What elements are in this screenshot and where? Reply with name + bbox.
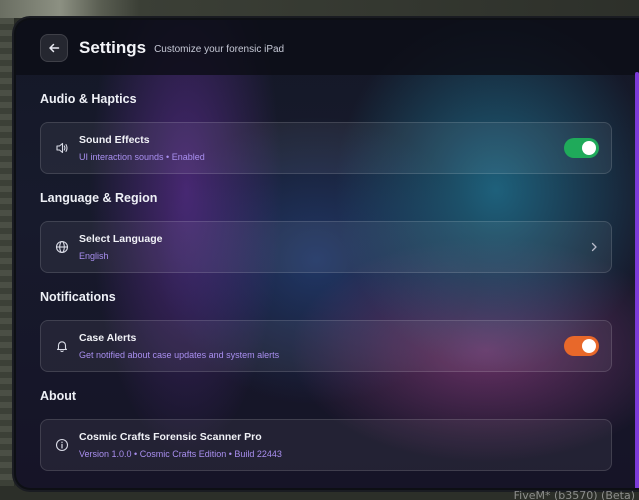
fivem-watermark: FiveM* (b3570) (Beta) <box>513 489 635 500</box>
section-title-audio: Audio & Haptics <box>40 91 137 106</box>
globe-icon <box>54 239 70 255</box>
section-title-about: About <box>40 388 77 403</box>
app-version-info: Version 1.0.0 • Cosmic Crafts Edition • … <box>79 449 282 459</box>
case-alerts-label: Case Alerts <box>79 332 137 344</box>
arrow-left-icon <box>49 43 60 52</box>
case-alerts-toggle[interactable] <box>564 336 599 356</box>
toggle-knob <box>582 141 596 155</box>
back-button[interactable] <box>40 33 68 62</box>
section-title-language: Language & Region <box>40 190 158 205</box>
section-title-notifications: Notifications <box>40 289 116 304</box>
tablet-screen: Settings Customize your forensic iPad Au… <box>16 20 639 488</box>
select-language-value: English <box>79 251 109 261</box>
select-language-label: Select Language <box>79 233 163 245</box>
sound-effects-toggle[interactable] <box>564 138 599 158</box>
info-icon <box>54 437 70 453</box>
page-subtitle: Customize your forensic iPad <box>154 44 285 55</box>
chevron-right-icon <box>589 242 599 252</box>
tablet-frame: Settings Customize your forensic iPad Au… <box>12 16 639 492</box>
app-name-label: Cosmic Crafts Forensic Scanner Pro <box>79 431 262 443</box>
sound-effects-description: UI interaction sounds • Enabled <box>79 152 205 162</box>
about-card: Cosmic Crafts Forensic Scanner Pro Versi… <box>40 419 612 471</box>
page-title: Settings <box>79 37 147 57</box>
select-language-card[interactable]: Select Language English <box>40 221 612 273</box>
sound-effects-card: Sound Effects UI interaction sounds • En… <box>40 122 612 174</box>
toggle-knob <box>582 339 596 353</box>
scrollbar[interactable] <box>635 72 639 488</box>
speaker-icon <box>54 140 70 156</box>
bell-icon <box>54 338 70 354</box>
case-alerts-description: Get notified about case updates and syst… <box>79 350 280 360</box>
settings-header: Settings Customize your forensic iPad <box>16 20 639 75</box>
settings-content: Audio & Haptics Sound Effects UI interac… <box>40 75 612 471</box>
case-alerts-card: Case Alerts Get notified about case upda… <box>40 320 612 372</box>
sound-effects-label: Sound Effects <box>79 134 150 146</box>
